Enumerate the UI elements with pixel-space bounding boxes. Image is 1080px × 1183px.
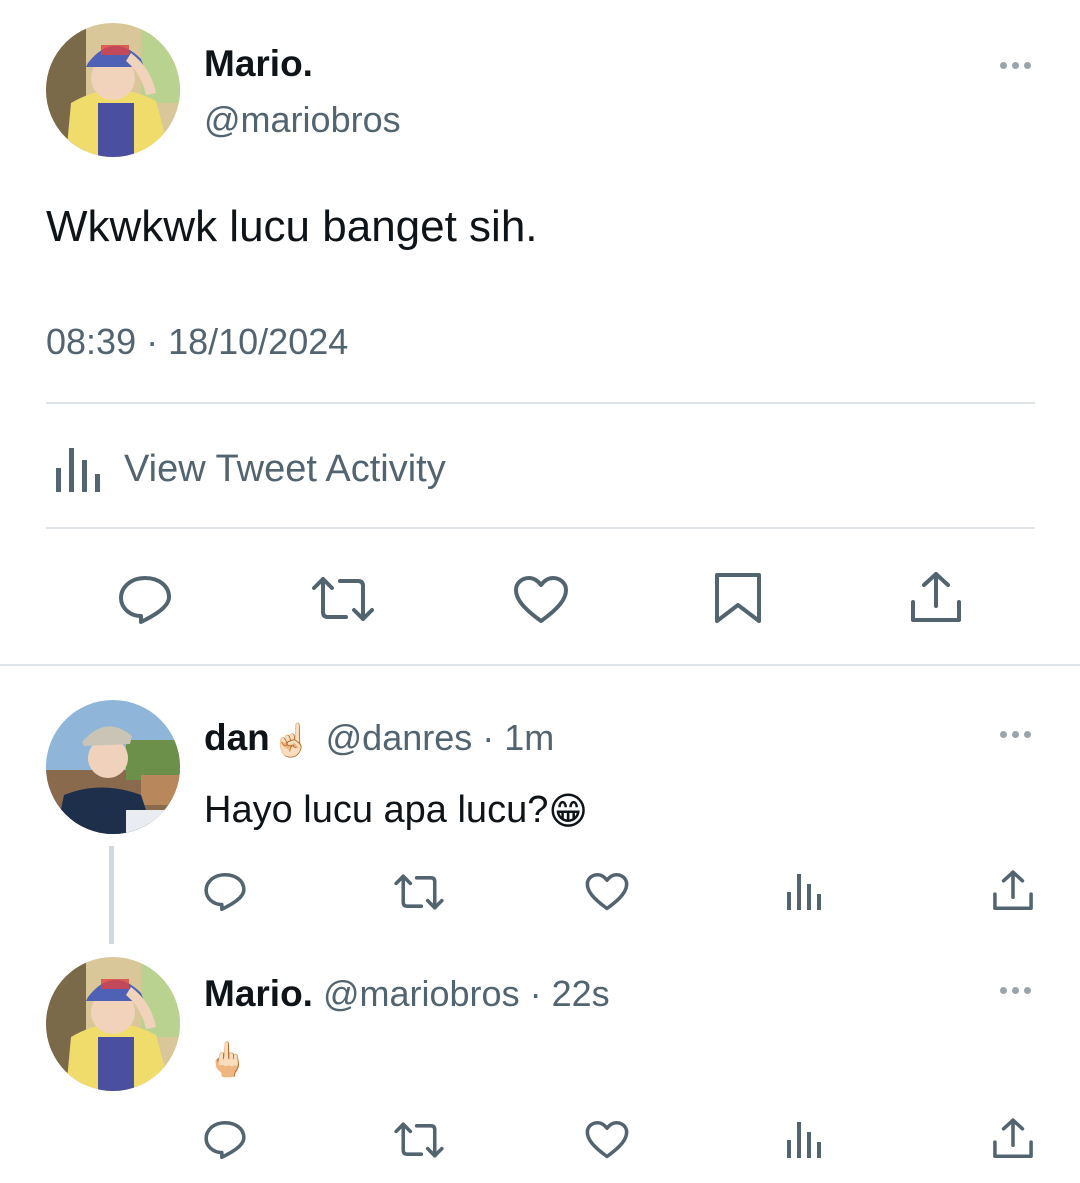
- reply-header: Mario. @mariobros · 22s: [204, 972, 610, 1016]
- view-activity-label: View Tweet Activity: [124, 448, 446, 490]
- reply-text-content: Hayo lucu apa lucu?: [204, 789, 549, 831]
- avatar-mario[interactable]: [46, 957, 180, 1091]
- tweet-text: Wkwkwk lucu banget sih.: [46, 202, 538, 251]
- avatar-dan[interactable]: [46, 700, 180, 834]
- reply-icon[interactable]: [117, 574, 173, 626]
- handle[interactable]: @danres: [326, 717, 473, 758]
- reply-icon[interactable]: [203, 1119, 247, 1161]
- tweet-timestamp[interactable]: 08:39 · 18/10/2024: [46, 320, 348, 364]
- like-icon[interactable]: [513, 575, 569, 625]
- analytics-icon[interactable]: [786, 1120, 822, 1158]
- reply-header: dan☝🏻 @danres · 1m: [204, 716, 554, 762]
- handle[interactable]: @mariobros: [323, 973, 520, 1014]
- more-options-icon[interactable]: [1000, 62, 1031, 69]
- reply-emoji: 🖕🏻: [206, 1041, 249, 1079]
- display-name[interactable]: Mario.: [204, 42, 313, 86]
- share-icon[interactable]: [991, 868, 1035, 914]
- handle[interactable]: @mariobros: [204, 98, 401, 142]
- display-name[interactable]: dan: [204, 717, 270, 758]
- like-icon[interactable]: [585, 872, 629, 912]
- thread-line: [109, 846, 114, 944]
- more-options-icon[interactable]: [1000, 987, 1031, 994]
- avatar-mario[interactable]: [46, 23, 180, 157]
- reply-icon[interactable]: [203, 871, 247, 913]
- retweet-icon[interactable]: [393, 1120, 445, 1160]
- divider: [46, 527, 1035, 529]
- share-icon[interactable]: [908, 570, 964, 626]
- view-activity-row[interactable]: View Tweet Activity: [54, 446, 446, 492]
- like-icon[interactable]: [585, 1120, 629, 1160]
- retweet-icon[interactable]: [310, 574, 376, 624]
- reply-time[interactable]: 1m: [504, 717, 554, 758]
- more-options-icon[interactable]: [1000, 731, 1031, 738]
- divider: [46, 402, 1035, 404]
- grinning-emoji: 😁: [548, 790, 588, 833]
- display-name[interactable]: Mario.: [204, 973, 313, 1014]
- bookmark-icon[interactable]: [713, 572, 763, 624]
- reply-time[interactable]: 22s: [552, 973, 610, 1014]
- share-icon[interactable]: [991, 1116, 1035, 1162]
- analytics-icon: [54, 446, 102, 492]
- section-divider: [0, 664, 1080, 666]
- retweet-icon[interactable]: [393, 872, 445, 912]
- analytics-icon[interactable]: [786, 872, 822, 910]
- separator: ·: [529, 973, 542, 1014]
- reply-text: Hayo lucu apa lucu?😁: [204, 786, 588, 836]
- separator: ·: [482, 717, 495, 758]
- pointing-up-emoji: ☝🏻: [271, 722, 312, 759]
